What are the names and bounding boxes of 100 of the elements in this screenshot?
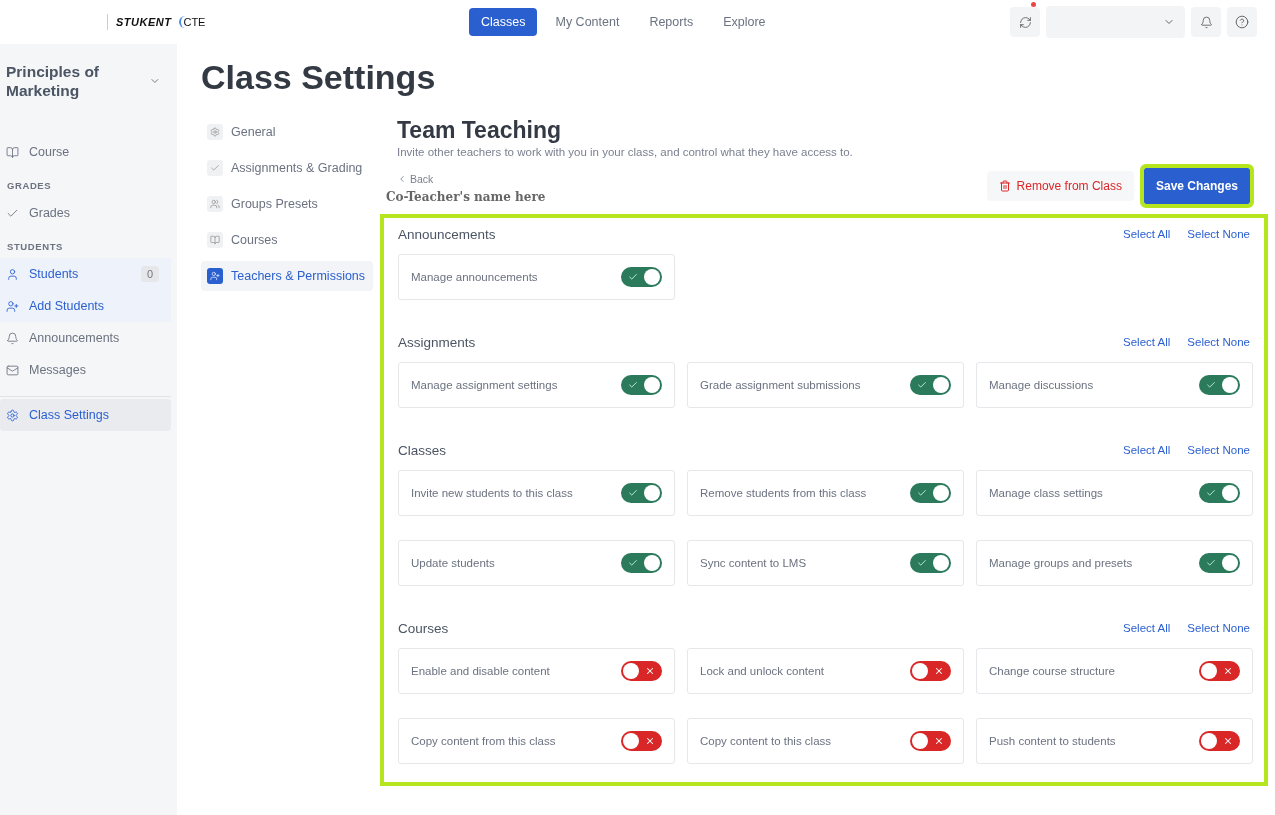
select-all-link[interactable]: Select All (1123, 228, 1171, 240)
select-none-link[interactable]: Select None (1187, 336, 1250, 348)
select-none-link[interactable]: Select None (1187, 228, 1250, 240)
permission-label: Manage discussions (989, 379, 1094, 391)
nav-tab[interactable]: My Content (543, 8, 632, 36)
permission-group-title: Classes (398, 442, 447, 458)
section-title: Team Teaching (397, 117, 563, 144)
sidebar-item[interactable]: Class Settings (0, 399, 171, 431)
book-icon (6, 145, 19, 159)
page-title: Class Settings (201, 58, 437, 97)
sidebar-item[interactable]: Add Students (0, 290, 171, 322)
toggle-switch[interactable] (910, 731, 951, 751)
back-link[interactable]: Back (397, 173, 546, 185)
check-icon (1206, 558, 1216, 568)
permission-label: Remove students from this class (700, 487, 867, 499)
permission-label: Manage announcements (411, 271, 538, 283)
check-icon (917, 380, 927, 390)
notifications-button[interactable] (1191, 7, 1221, 37)
help-button[interactable] (1227, 7, 1257, 37)
check-icon (628, 272, 638, 282)
toggle-switch[interactable] (621, 661, 662, 681)
sidebar-item[interactable]: Course (0, 136, 171, 168)
close-icon (1223, 736, 1233, 746)
sidebar-item[interactable]: Announcements (0, 322, 171, 354)
permission-label: Update students (411, 557, 495, 569)
settings-icon (6, 408, 19, 422)
toggle-switch[interactable] (1199, 553, 1240, 573)
close-icon (645, 736, 655, 746)
toggle-switch[interactable] (621, 375, 662, 395)
sidebar-heading: STUDENTS (6, 240, 64, 254)
section-subtitle: Invite other teachers to work with you in your class, and control what they have access to. (397, 146, 854, 158)
check-icon (917, 558, 927, 568)
permission-label: Copy content from this class (411, 735, 556, 747)
permission-label: Manage class settings (989, 487, 1103, 499)
user-plus-icon (6, 299, 19, 313)
toggle-switch[interactable] (1199, 661, 1240, 681)
close-icon (934, 666, 944, 676)
settings-nav-item[interactable]: General (201, 117, 373, 147)
toggle-switch[interactable] (621, 267, 662, 287)
toggle-switch[interactable] (1199, 375, 1240, 395)
select-none-link[interactable]: Select None (1187, 444, 1250, 456)
permission-label: Lock and unlock content (700, 665, 825, 677)
chevron-left-icon (397, 174, 407, 184)
toggle-switch[interactable] (910, 553, 951, 573)
course-title: Principles of Marketing (6, 62, 101, 100)
toggle-switch[interactable] (910, 661, 951, 681)
close-icon (1223, 666, 1233, 676)
permission-label: Manage groups and presets (989, 557, 1133, 569)
check-icon (1206, 488, 1216, 498)
sidebar-item[interactable]: Grades (0, 197, 171, 229)
refresh-icon (1018, 15, 1032, 29)
nav-tab[interactable]: Reports (637, 8, 706, 36)
permission-label: Invite new students to this class (411, 487, 573, 499)
check-icon (628, 488, 638, 498)
logo-suffix: CTE (179, 16, 206, 28)
check-icon (917, 488, 927, 498)
toggle-switch[interactable] (621, 731, 662, 751)
count-badge: 0 (140, 266, 159, 282)
sidebar-item[interactable]: Messages (0, 354, 171, 386)
nav-tab[interactable]: Explore (711, 8, 778, 36)
bell-icon (1199, 15, 1213, 29)
bell-icon (6, 331, 19, 345)
toggle-switch[interactable] (1199, 731, 1240, 751)
toggle-switch[interactable] (621, 483, 662, 503)
permission-label: Enable and disable content (411, 665, 550, 677)
permission-label: Grade assignment submissions (700, 379, 861, 391)
select-all-link[interactable]: Select All (1123, 336, 1171, 348)
refresh-button[interactable] (1010, 7, 1040, 37)
toggle-switch[interactable] (910, 375, 951, 395)
remove-button[interactable]: Remove from Class (986, 171, 1134, 201)
check-icon (210, 163, 220, 173)
check-icon (1206, 380, 1216, 390)
help-icon (1235, 15, 1249, 29)
sidebar-item[interactable]: Students 0 (0, 258, 171, 290)
check-icon (628, 558, 638, 568)
sidebar-heading: GRADES (6, 179, 53, 193)
logo-wordmark: STUKENT (116, 16, 172, 28)
user-plus-icon (210, 271, 220, 281)
users-icon (210, 199, 220, 209)
toggle-switch[interactable] (910, 483, 951, 503)
settings-nav-item[interactable]: Groups Presets (201, 189, 373, 219)
select-none-link[interactable]: Select None (1187, 622, 1250, 634)
book-icon (210, 235, 220, 245)
permission-label: Copy content to this class (700, 735, 832, 747)
mail-icon (6, 363, 19, 377)
toggle-switch[interactable] (1199, 483, 1240, 503)
settings-nav-item[interactable]: Teachers & Permissions (201, 261, 373, 291)
select-all-link[interactable]: Select All (1123, 622, 1171, 634)
settings-nav-item[interactable]: Courses (201, 225, 373, 255)
toggle-switch[interactable] (621, 553, 662, 573)
user-icon (6, 267, 19, 281)
select-all-link[interactable]: Select All (1123, 444, 1171, 456)
nav-tab[interactable]: Classes (469, 8, 538, 36)
permission-label: Sync content to LMS (700, 557, 807, 569)
permission-group-title: Assignments (398, 334, 477, 350)
settings-icon (210, 127, 220, 137)
settings-nav-item[interactable]: Assignments & Grading (201, 153, 373, 183)
close-icon (934, 736, 944, 746)
permission-label: Manage assignment settings (411, 379, 558, 391)
check-icon (628, 380, 638, 390)
